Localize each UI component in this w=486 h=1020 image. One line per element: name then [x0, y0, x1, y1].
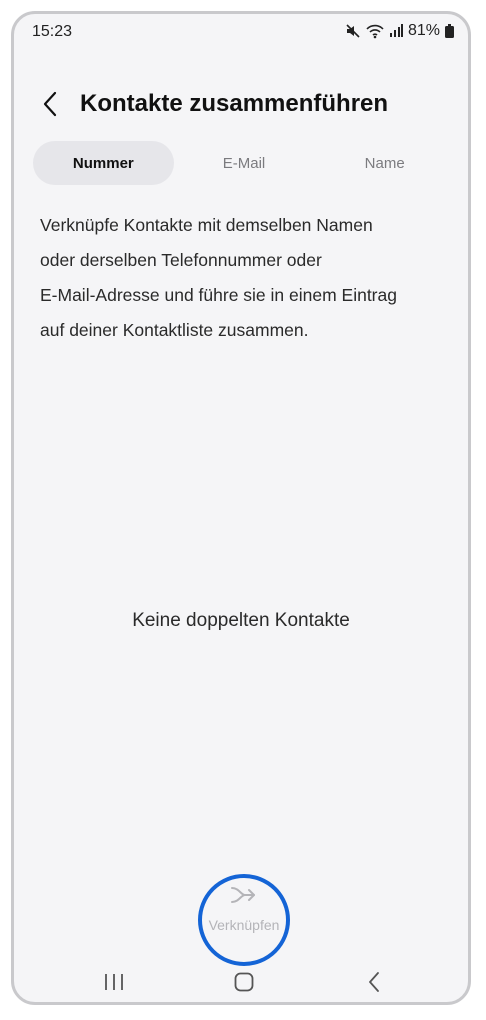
tab-bar: Nummer E-Mail Name [33, 141, 455, 185]
wifi-icon [366, 23, 384, 39]
tab-email[interactable]: E-Mail [174, 141, 315, 185]
description-text: Verknüpfe Kontakte mit demselben Namen o… [40, 208, 460, 348]
merge-button[interactable]: Verknüpfen [194, 878, 294, 954]
tab-nummer[interactable]: Nummer [33, 141, 174, 185]
description-line: Verknüpfe Kontakte mit demselben Namen [40, 215, 373, 235]
status-time: 15:23 [32, 23, 73, 40]
status-icons: 81% [345, 22, 454, 40]
phone-screen: 15:23 81% Kontakte zusammenführen Nummer… [11, 11, 471, 1005]
mute-icon [345, 23, 361, 39]
tab-name[interactable]: Name [314, 141, 455, 185]
description-line: E-Mail-Adresse und führe sie in einem Ei… [40, 285, 397, 305]
navigation-bar [14, 964, 468, 1002]
merge-button-label: Verknüpfen [208, 917, 280, 933]
empty-state-message: Keine doppelten Kontakte [132, 610, 350, 631]
recent-apps-icon [103, 973, 125, 996]
merge-arrows-icon [230, 884, 258, 911]
back-icon [368, 971, 380, 997]
home-button[interactable] [224, 970, 264, 998]
home-icon [234, 972, 254, 997]
battery-icon [445, 24, 454, 38]
description-line: oder derselben Telefonnummer oder [40, 250, 322, 270]
recent-apps-button[interactable] [94, 970, 134, 998]
battery-percent: 81% [407, 22, 440, 39]
description-line: auf deiner Kontaktliste zusammen. [40, 320, 309, 340]
back-button[interactable] [34, 88, 66, 124]
chevron-left-icon [42, 91, 58, 122]
app-header: Kontakte zusammenführen [14, 84, 468, 128]
status-bar: 15:23 81% [14, 14, 468, 54]
signal-icon [389, 24, 403, 38]
nav-back-button[interactable] [354, 970, 394, 998]
page-title: Kontakte zusammenführen [80, 90, 389, 117]
